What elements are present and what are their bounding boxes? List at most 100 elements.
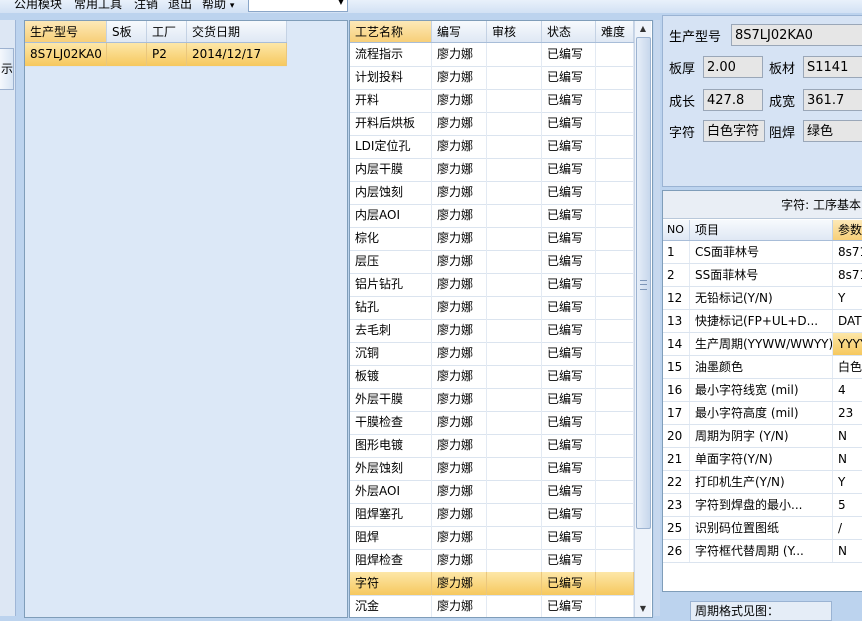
period-format-label: 周期格式见图： [690,601,832,621]
process-cell-name: 棕化 [350,227,432,250]
process-row[interactable]: 沉金 廖力娜 已编写 [350,595,634,617]
length-field[interactable]: 427.8 [703,89,763,111]
left-strip-button[interactable]: 示 [0,48,14,90]
process-row[interactable]: 干膜检查 廖力娜 已编写 [350,411,634,435]
param-row[interactable]: 20 周期为阴字 (Y/N) N [663,425,862,448]
menu-help[interactable]: 帮助 ▾ [202,0,234,12]
param-cell-value[interactable]: N [833,540,862,562]
param-cell-value[interactable]: YYYY [833,333,862,355]
process-row[interactable]: 开料 廖力娜 已编写 [350,89,634,113]
param-row[interactable]: 12 无铅标记(Y/N) Y [663,287,862,310]
param-cell-value[interactable]: Y [833,287,862,309]
process-cell-writer: 廖力娜 [432,135,487,158]
process-col-name[interactable]: 工艺名称 [350,21,432,42]
process-col-writer[interactable]: 编写 [432,21,487,42]
process-cell-name: 层压 [350,250,432,273]
toolbar-combo[interactable]: ▼ [248,0,348,12]
param-row[interactable]: 25 识别码位置图纸 / [663,517,862,540]
param-row[interactable]: 16 最小字符线宽 (mil) 4 [663,379,862,402]
material-field[interactable]: S1141 [803,56,862,78]
process-row[interactable]: 计划投料 廖力娜 已编写 [350,66,634,90]
process-row[interactable]: 去毛刺 廖力娜 已编写 [350,319,634,343]
menu-logout[interactable]: 注销 [134,0,158,12]
orders-cell-delivery: 2014/12/17 [187,43,287,66]
param-row[interactable]: 26 字符框代替周期 (Y... N [663,540,862,563]
process-row[interactable]: 层压 廖力娜 已编写 [350,250,634,274]
param-cell-item: 快捷标记(FP+UL+D... [690,310,833,332]
process-row[interactable]: 板镀 廖力娜 已编写 [350,365,634,389]
orders-col-sboard[interactable]: S板 [107,21,147,42]
param-row[interactable]: 15 油墨颜色 白色 [663,356,862,379]
process-row[interactable]: 沉铜 廖力娜 已编写 [350,342,634,366]
param-row[interactable]: 21 单面字符(Y/N) N [663,448,862,471]
param-cell-value[interactable]: N [833,448,862,470]
param-cell-value[interactable]: 5 [833,494,862,516]
process-row[interactable]: 内层蚀刻 廖力娜 已编写 [350,181,634,205]
process-cell-status: 已编写 [542,480,596,503]
width-field[interactable]: 361.7 [803,89,862,111]
process-row[interactable]: 外层蚀刻 廖力娜 已编写 [350,457,634,481]
char-label: 字符 [669,126,696,141]
process-row[interactable]: 流程指示 廖力娜 已编写 [350,43,634,67]
process-row[interactable]: 阻焊塞孔 廖力娜 已编写 [350,503,634,527]
process-row[interactable]: LDI定位孔 廖力娜 已编写 [350,135,634,159]
process-col-reviewer[interactable]: 审核 [487,21,542,42]
scroll-up-icon[interactable]: ▲ [635,21,651,37]
param-row[interactable]: 22 打印机生产(Y/N) Y [663,471,862,494]
param-cell-value[interactable]: 8s71 [833,264,862,286]
param-row[interactable]: 1CS面菲林号8s71 [663,241,862,264]
param-row[interactable]: 17 最小字符高度 (mil) 23 [663,402,862,425]
process-cell-writer: 廖力娜 [432,434,487,457]
param-row[interactable]: 23 字符到焊盘的最小... 5 [663,494,862,517]
process-row[interactable]: 图形电镀 廖力娜 已编写 [350,434,634,458]
char-field[interactable]: 白色字符 [703,120,765,142]
process-cell-reviewer [487,66,542,89]
process-cell-status: 已编写 [542,503,596,526]
param-cell-value[interactable]: 白色 [833,356,862,378]
scroll-down-icon[interactable]: ▼ [635,601,651,617]
orders-row[interactable]: 8S7LJ02KA0 P2 2014/12/17 [25,43,287,67]
panel-splitter[interactable] [654,20,660,616]
process-row[interactable]: 开料后烘板 廖力娜 已编写 [350,112,634,136]
param-cell-value[interactable]: Y [833,471,862,493]
orders-col-delivery[interactable]: 交货日期 [187,21,287,42]
process-row[interactable]: 铝片钻孔 廖力娜 已编写 [350,273,634,297]
process-row[interactable]: 外层干膜 廖力娜 已编写 [350,388,634,412]
mask-field[interactable]: 绿色 [803,120,862,142]
params-col-no[interactable]: NO [663,220,690,240]
process-row[interactable]: 棕化 廖力娜 已编写 [350,227,634,251]
process-col-difficulty[interactable]: 难度 [596,21,634,42]
menu-common-tools[interactable]: 常用工具 [74,0,122,12]
thickness-field[interactable]: 2.00 [703,56,763,78]
orders-col-model[interactable]: 生产型号 [25,21,107,42]
params-col-value[interactable]: 参数 [833,220,862,240]
menu-public-modules[interactable]: 公用模块 [14,0,62,12]
process-row[interactable]: 字符 廖力娜 已编写 [350,572,634,596]
process-row[interactable]: 阻焊检查 廖力娜 已编写 [350,549,634,573]
process-row[interactable]: 内层AOI 廖力娜 已编写 [350,204,634,228]
param-row[interactable]: 2SS面菲林号8s71 [663,264,862,287]
param-cell-value[interactable]: DATE [833,310,862,332]
scrollbar-thumb[interactable] [636,37,651,529]
model-field[interactable]: 8S7LJ02KA0 [731,24,862,46]
orders-col-factory[interactable]: 工厂 [147,21,187,42]
params-col-item[interactable]: 项目 [690,220,833,240]
process-scrollbar[interactable]: ▲ ▼ [634,21,651,617]
menu-exit[interactable]: 退出 [168,0,192,12]
param-cell-value[interactable]: / [833,517,862,539]
process-col-status[interactable]: 状态 [542,21,596,42]
param-row[interactable]: 13快捷标记(FP+UL+D...DATE [663,310,862,333]
process-cell-reviewer [487,112,542,135]
process-row[interactable]: 钻孔 廖力娜 已编写 [350,296,634,320]
process-cell-difficulty [596,457,634,480]
process-row[interactable]: 阻焊 廖力娜 已编写 [350,526,634,550]
process-row[interactable]: 外层AOI 廖力娜 已编写 [350,480,634,504]
process-cell-name: 沉铜 [350,342,432,365]
param-cell-value[interactable]: 8s71 [833,241,862,263]
param-cell-value[interactable]: 23 [833,402,862,424]
param-cell-value[interactable]: 4 [833,379,862,401]
process-row[interactable]: 内层干膜 廖力娜 已编写 [350,158,634,182]
left-toolstrip: 示 [0,20,16,616]
param-cell-value[interactable]: N [833,425,862,447]
param-row[interactable]: 14生产周期(YYWW/WWYY)YYYY [663,333,862,356]
